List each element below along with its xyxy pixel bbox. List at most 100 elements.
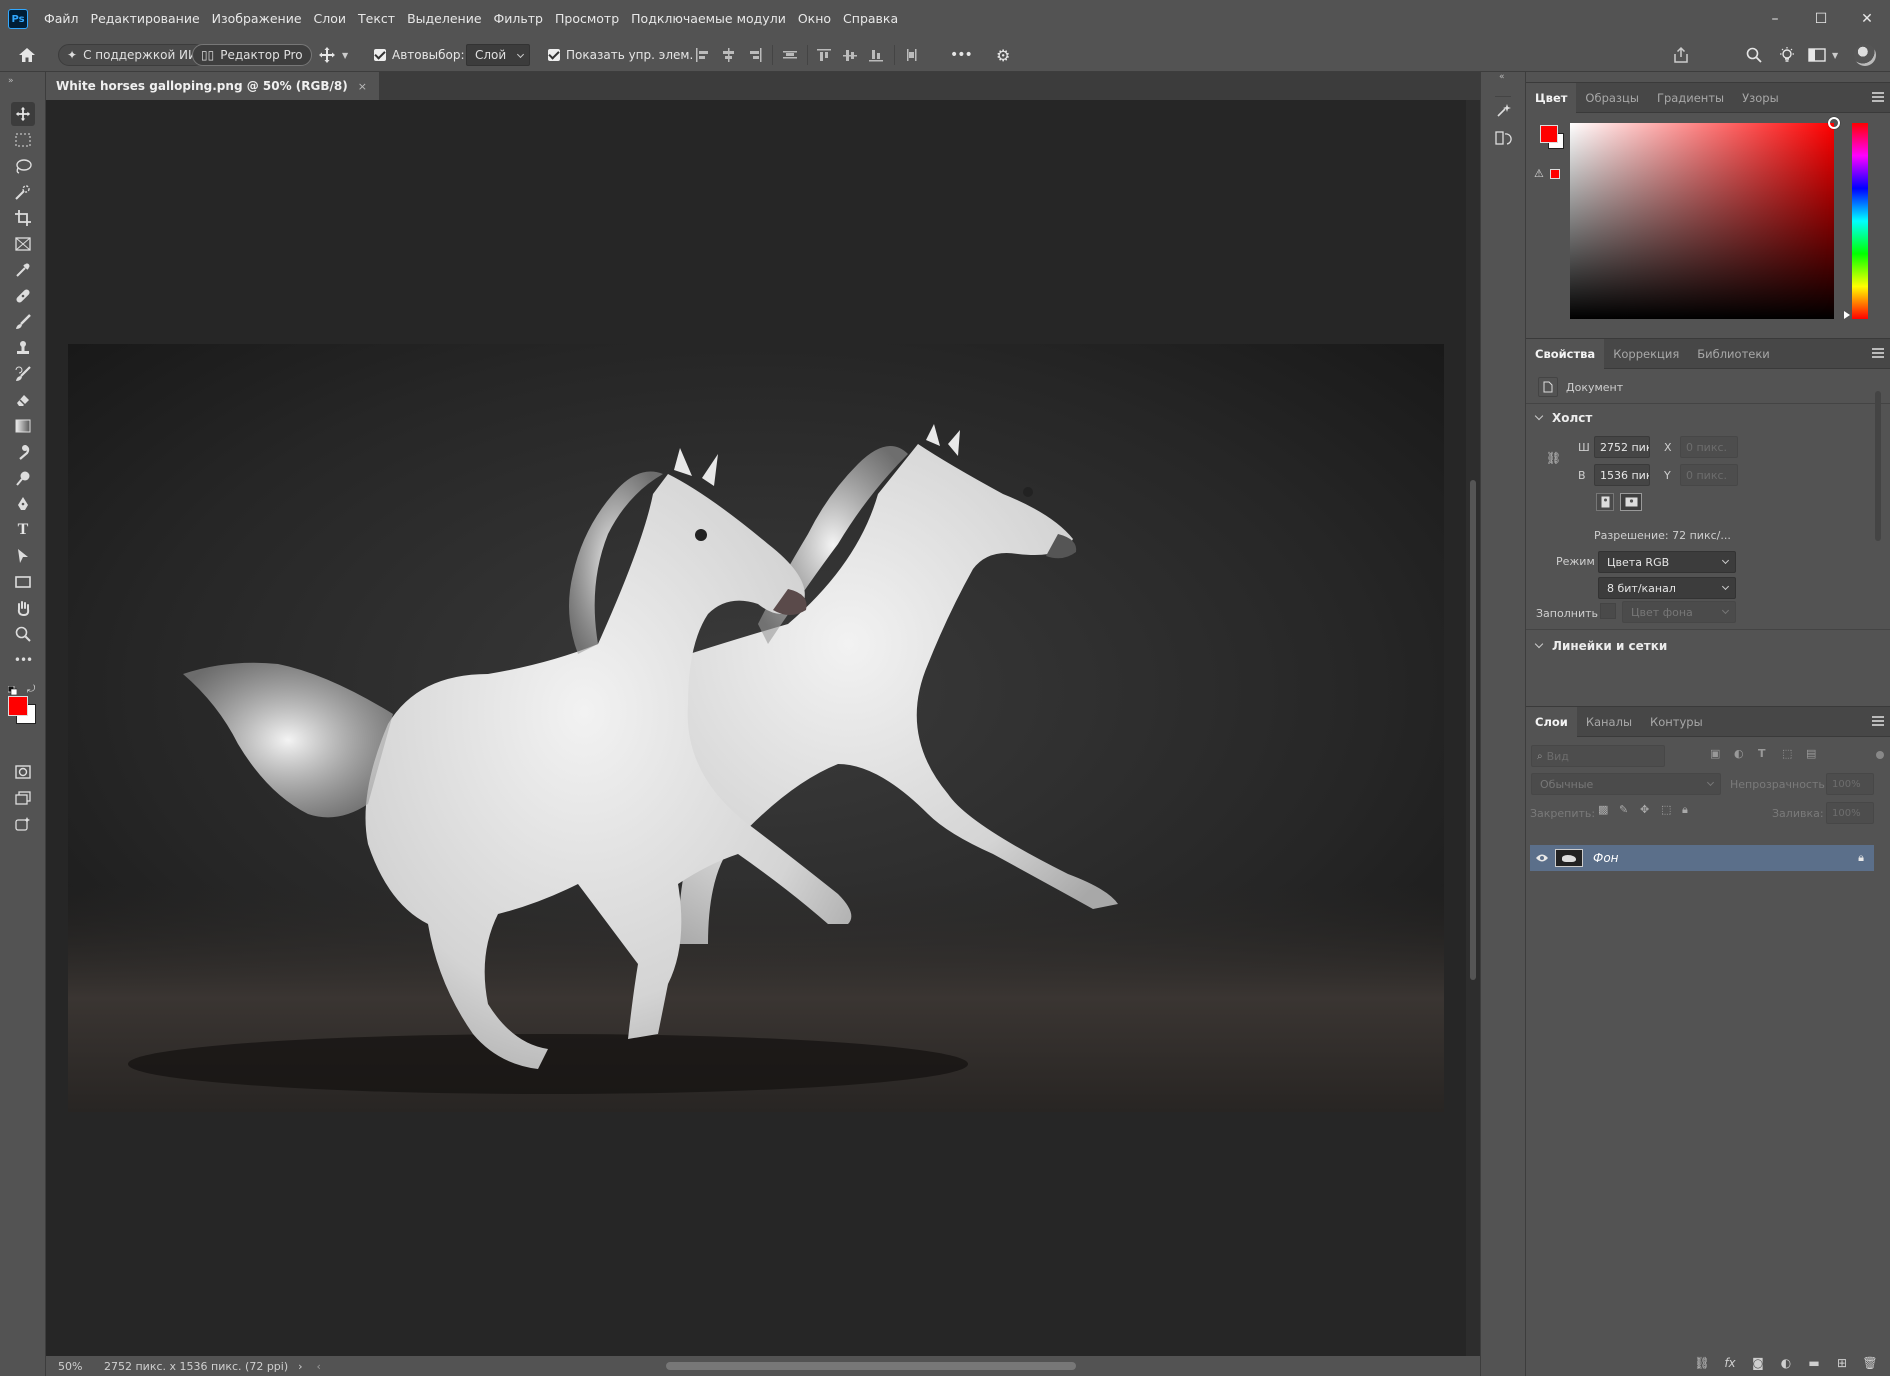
lock-all-icon[interactable]: 🔒︎ xyxy=(1682,803,1697,817)
crop-tool[interactable] xyxy=(11,206,35,230)
share-icon[interactable] xyxy=(1672,46,1690,64)
canvas-section-header[interactable]: Холст xyxy=(1536,411,1592,425)
menu-image[interactable]: Изображение xyxy=(206,0,308,38)
status-info-arrow[interactable]: › xyxy=(298,1360,302,1373)
object-select-tool[interactable] xyxy=(11,180,35,204)
default-colors-icon[interactable] xyxy=(8,686,17,695)
x-input[interactable]: 0 пикс. xyxy=(1680,436,1738,458)
fill-input[interactable]: 100% xyxy=(1826,802,1874,824)
landscape-orientation-button[interactable] xyxy=(1620,493,1642,511)
blend-mode-select[interactable]: Обычные xyxy=(1531,773,1721,795)
type-tool[interactable]: T xyxy=(11,518,35,542)
fill-color-swatch[interactable] xyxy=(1600,603,1616,619)
dodge-tool[interactable] xyxy=(11,466,35,490)
color-picker-handle[interactable] xyxy=(1828,117,1840,129)
properties-scrollbar[interactable] xyxy=(1872,377,1884,677)
minimize-button[interactable]: – xyxy=(1752,0,1798,38)
gamut-color-swatch[interactable] xyxy=(1550,169,1560,179)
height-input[interactable]: 1536 пикс xyxy=(1594,464,1650,486)
width-input[interactable]: 2752 пикс xyxy=(1594,436,1650,458)
avatar[interactable] xyxy=(1854,44,1876,66)
distribute-vertical-icon[interactable] xyxy=(777,38,803,72)
autoselect-target-select[interactable]: Слой xyxy=(466,44,530,66)
align-bottom-icon[interactable] xyxy=(864,38,890,72)
expand-panels-icon[interactable]: « xyxy=(1499,72,1505,82)
menu-plugins[interactable]: Подключаемые модули xyxy=(625,0,792,38)
filter-adjustment-icon[interactable]: ◐ xyxy=(1734,747,1752,760)
filter-pixel-icon[interactable]: ▣ xyxy=(1710,747,1728,760)
filter-type-icon[interactable]: T xyxy=(1758,747,1776,760)
bit-depth-select[interactable]: 8 бит/канал xyxy=(1598,577,1736,599)
filter-smart-object-icon[interactable]: ▤ xyxy=(1806,747,1824,760)
align-right-icon[interactable] xyxy=(742,38,768,72)
move-tool-preset[interactable]: ▼ xyxy=(318,38,348,72)
tab-patterns[interactable]: Узоры xyxy=(1733,83,1788,113)
eye-icon[interactable] xyxy=(1535,853,1549,863)
lock-transparency-icon[interactable]: ▩ xyxy=(1598,803,1613,817)
tab-color[interactable]: Цвет xyxy=(1526,82,1577,113)
horizontal-scrollbar[interactable] xyxy=(666,1362,1076,1370)
tab-gradients[interactable]: Градиенты xyxy=(1648,83,1733,113)
align-middle-v-icon[interactable] xyxy=(838,38,864,72)
path-select-tool[interactable] xyxy=(11,544,35,568)
gradient-tool[interactable] xyxy=(11,414,35,438)
menu-window[interactable]: Окно xyxy=(792,0,837,38)
frame-tool[interactable] xyxy=(11,232,35,256)
close-tab-button[interactable]: × xyxy=(358,80,367,93)
lasso-tool[interactable] xyxy=(11,154,35,178)
layer-name[interactable]: Фон xyxy=(1593,851,1619,865)
tab-layers[interactable]: Слои xyxy=(1526,706,1577,737)
fill-select[interactable]: Цвет фона xyxy=(1622,601,1736,623)
layer-row[interactable]: Фон 🔒︎ xyxy=(1530,845,1874,871)
pro-mode-toggle[interactable]: ▯▯ Редактор Pro xyxy=(192,44,312,66)
eraser-tool[interactable] xyxy=(11,388,35,412)
panel-menu-icon[interactable] xyxy=(1872,716,1884,726)
more-options-button[interactable]: ••• xyxy=(950,47,973,63)
menu-type[interactable]: Текст xyxy=(352,0,401,38)
maximize-button[interactable]: ☐ xyxy=(1798,0,1844,38)
history-panel-icon[interactable] xyxy=(1495,102,1513,120)
swap-colors-icon[interactable]: ⤾ xyxy=(27,684,35,695)
eyedropper-tool[interactable] xyxy=(11,258,35,282)
tab-adjustments[interactable]: Коррекция xyxy=(1604,339,1688,369)
healing-brush-tool[interactable] xyxy=(11,284,35,308)
menu-file[interactable]: Файл xyxy=(38,0,85,38)
menu-layers[interactable]: Слои xyxy=(308,0,353,38)
zoom-level[interactable]: 50% xyxy=(58,1360,94,1373)
hand-tool[interactable] xyxy=(11,596,35,620)
align-center-h-icon[interactable] xyxy=(716,38,742,72)
lock-pixels-icon[interactable]: ✎ xyxy=(1619,803,1634,817)
layer-style-icon[interactable]: fx xyxy=(1718,1353,1742,1373)
panel-menu-icon[interactable] xyxy=(1872,348,1884,358)
show-transform-checkbox[interactable] xyxy=(548,49,560,61)
color-mode-select[interactable]: Цвета RGB xyxy=(1598,551,1736,573)
lightbulb-icon[interactable] xyxy=(1778,46,1796,64)
document-tab[interactable]: White horses galloping.png @ 50% (RGB/8)… xyxy=(46,72,379,100)
layer-filter-input[interactable]: ⌕ Вид xyxy=(1531,745,1665,767)
panel-menu-icon[interactable] xyxy=(1872,92,1884,102)
tab-libraries[interactable]: Библиотеки xyxy=(1688,339,1779,369)
workspace-icon[interactable] xyxy=(1808,48,1826,62)
color-field[interactable] xyxy=(1570,117,1840,319)
lock-position-icon[interactable]: ✥ xyxy=(1640,803,1655,817)
quick-mask-button[interactable] xyxy=(11,760,35,784)
tab-swatches[interactable]: Образцы xyxy=(1576,83,1648,113)
align-left-icon[interactable] xyxy=(690,38,716,72)
y-input[interactable]: 0 пикс. xyxy=(1680,464,1738,486)
hue-slider[interactable] xyxy=(1852,123,1868,319)
home-button[interactable] xyxy=(18,38,36,72)
autoselect-checkbox[interactable] xyxy=(374,49,386,61)
hue-slider-handle[interactable] xyxy=(1844,311,1850,319)
foreground-color-swatch[interactable] xyxy=(1540,125,1558,143)
menu-filter[interactable]: Фильтр xyxy=(488,0,549,38)
adjustment-layer-icon[interactable]: ◐ xyxy=(1774,1353,1798,1373)
rulers-grids-section-header[interactable]: Линейки и сетки xyxy=(1536,639,1667,653)
tab-channels[interactable]: Каналы xyxy=(1577,707,1641,737)
menu-view[interactable]: Просмотр xyxy=(549,0,625,38)
menu-edit[interactable]: Редактирование xyxy=(85,0,206,38)
lock-artboard-icon[interactable]: ⬚ xyxy=(1661,803,1676,817)
align-top-icon[interactable] xyxy=(812,38,838,72)
actions-panel-icon[interactable] xyxy=(1495,130,1513,148)
edit-toolbar-button[interactable]: ••• xyxy=(11,648,35,672)
rectangle-tool[interactable] xyxy=(11,570,35,594)
